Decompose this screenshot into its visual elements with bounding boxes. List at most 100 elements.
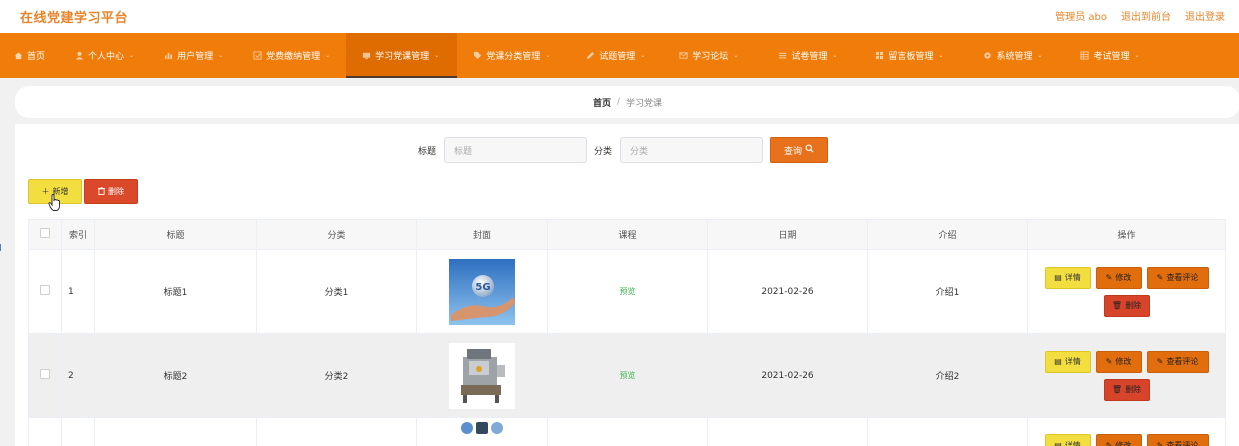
nav-label: 用户管理: [177, 52, 214, 62]
delete-button[interactable]: 🗑 删除: [1103, 294, 1150, 317]
nav-item-question-management[interactable]: 试题管理 ⌄: [568, 33, 663, 78]
detail-button[interactable]: ▤ 详情: [1044, 266, 1091, 289]
date-cell: [707, 417, 868, 446]
nav-item-system-management[interactable]: 系统管理 ⌄: [965, 33, 1064, 78]
trash-icon: [98, 186, 105, 197]
detail-label: 详情: [1064, 440, 1081, 446]
chevron-down-icon: ⌄: [640, 52, 646, 59]
column-header: 封面: [416, 219, 548, 250]
hand-cursor-icon: [48, 194, 62, 212]
main-nav: 首页 个人中心 ⌄ 用户管理 ⌄ 党费缴纳管理 ⌄ 学习党课管理 ⌄ 党课分类管理 ⌄ 试…: [0, 33, 1239, 78]
view-comments-button[interactable]: ✎ 查看评论: [1146, 434, 1209, 446]
row-checkbox-cell: [28, 333, 62, 418]
delete-button[interactable]: 🗑 删除: [1103, 378, 1150, 401]
chevron-down-icon: ⌄: [1134, 52, 1140, 59]
row-checkbox[interactable]: [40, 369, 50, 379]
table-row: 1 标题1 分类1 5G 预览 2021-02-26 介绍1 ▤ 详情 ✎ 修改…: [28, 249, 1226, 334]
category-cell: 分类2: [256, 333, 417, 418]
nav-item-message-board-management[interactable]: 留言板管理 ⌄: [859, 33, 965, 78]
nav-item-home[interactable]: 首页: [0, 33, 57, 78]
nav-item-dues-management[interactable]: 党费缴纳管理 ⌄: [237, 33, 346, 78]
svg-text:5G: 5G: [475, 282, 490, 293]
detail-button[interactable]: ▤ 详情: [1044, 350, 1091, 373]
trash-icon: 🗑: [1111, 385, 1123, 394]
view-comments-button[interactable]: ✎ 查看评论: [1146, 350, 1209, 373]
comment-label: 查看评论: [1166, 357, 1199, 366]
category-cell: 分类1: [256, 249, 417, 334]
cover-cell: 5G: [416, 249, 548, 334]
nav-item-exam-management[interactable]: 考试管理 ⌄: [1064, 33, 1155, 78]
actions-cell: ▤ 详情 ✎ 修改 ✎ 查看评论: [1027, 417, 1226, 446]
pencil-icon: ✎: [1105, 273, 1113, 282]
trash-icon: 🗑: [1111, 301, 1123, 310]
nav-item-user-management[interactable]: 用户管理 ⌄: [148, 33, 237, 78]
tag-icon: [473, 51, 482, 60]
nav-label: 首页: [27, 52, 46, 62]
edit-icon: [586, 51, 595, 60]
edit-button[interactable]: ✎ 修改: [1095, 266, 1142, 289]
pencil-icon: ✎: [1156, 357, 1164, 366]
row-checkbox[interactable]: [40, 285, 50, 295]
select-all-header: [28, 219, 62, 250]
chevron-down-icon: ⌄: [545, 52, 551, 59]
nav-label: 系统管理: [996, 52, 1033, 62]
list-icon: [778, 51, 787, 60]
nav-label: 学习党课管理: [375, 52, 430, 62]
app-title: 在线党建学习平台: [20, 11, 129, 26]
edit-button[interactable]: ✎ 修改: [1095, 434, 1142, 446]
index-cell: 2: [61, 333, 95, 418]
detail-button[interactable]: ▤ 详情: [1044, 434, 1091, 446]
breadcrumb-home[interactable]: 首页: [593, 96, 611, 109]
nav-item-study-forum[interactable]: 学习论坛 ⌄: [663, 33, 760, 78]
chevron-down-icon: ⌄: [129, 52, 135, 59]
chevron-down-icon: ⌄: [733, 52, 739, 59]
table-row: 2 标题2 分类2 预览 2021-02-26 介绍2 ▤ 详情 ✎ 修改 ✎ …: [28, 333, 1226, 418]
search-bar: 标题 标题 分类 分类 查询: [418, 137, 829, 163]
form-icon: [253, 51, 262, 60]
batch-delete-button[interactable]: 删除: [84, 179, 138, 204]
preview-link[interactable]: 预览: [620, 287, 636, 296]
nav-item-study-course-management[interactable]: 学习党课管理 ⌄: [346, 33, 458, 78]
index-cell: 1: [61, 249, 95, 334]
chevron-down-icon: ⌄: [434, 52, 440, 59]
title-search-input[interactable]: 标题: [444, 137, 588, 163]
title-label: 标题: [418, 146, 437, 157]
detail-label: 详情: [1064, 273, 1081, 282]
admin-user-label[interactable]: 管理员 abo: [1055, 8, 1107, 23]
user-name: abo: [1088, 12, 1107, 23]
breadcrumb-current: 学习党课: [626, 98, 663, 109]
column-header: 分类: [256, 219, 417, 250]
nav-item-course-category-management[interactable]: 党课分类管理 ⌄: [457, 33, 568, 78]
title-cell: 标题1: [94, 249, 257, 334]
logout-link[interactable]: 退出登录: [1185, 8, 1225, 23]
nav-label: 学习论坛: [692, 52, 729, 62]
edge-marker: [0, 244, 3, 251]
nav-item-personal-center[interactable]: 个人中心 ⌄: [57, 33, 148, 78]
exit-to-front-link[interactable]: 退出到前台: [1121, 8, 1171, 23]
row-checkbox-cell: [28, 417, 62, 446]
preview-link[interactable]: 预览: [620, 371, 636, 380]
chevron-down-icon: ⌄: [325, 52, 331, 59]
nav-item-exam-paper-management[interactable]: 试卷管理 ⌄: [760, 33, 859, 78]
pencil-icon: ✎: [1156, 440, 1164, 446]
nav-label: 党课分类管理: [486, 52, 541, 62]
document-icon: ▤: [1054, 273, 1062, 282]
view-comments-button[interactable]: ✎ 查看评论: [1146, 266, 1209, 289]
edit-button[interactable]: ✎ 修改: [1095, 350, 1142, 373]
table-icon: [1080, 51, 1090, 60]
query-button[interactable]: 查询: [770, 137, 829, 163]
nav-label: 试卷管理: [791, 52, 828, 62]
screen-icon: [362, 51, 371, 60]
nav-label: 考试管理: [1093, 52, 1130, 62]
category-search-input[interactable]: 分类: [620, 137, 764, 163]
5g-hand-cover-image: 5G: [449, 258, 515, 325]
pencil-icon: ✎: [1156, 273, 1164, 282]
course-table: 索引 标题 分类 封面 课程 日期 介绍 操作 1 标题1 分类1 5G 预览 …: [28, 219, 1226, 446]
select-all-checkbox[interactable]: [40, 228, 50, 238]
document-icon: ▤: [1054, 440, 1062, 446]
chevron-down-icon: ⌄: [1037, 52, 1043, 59]
delete-button-label: 删除: [108, 187, 124, 196]
edit-label: 修改: [1115, 273, 1132, 282]
actions-cell: ▤ 详情 ✎ 修改 ✎ 查看评论 🗑 删除: [1027, 333, 1226, 418]
course-cell: [547, 417, 708, 446]
